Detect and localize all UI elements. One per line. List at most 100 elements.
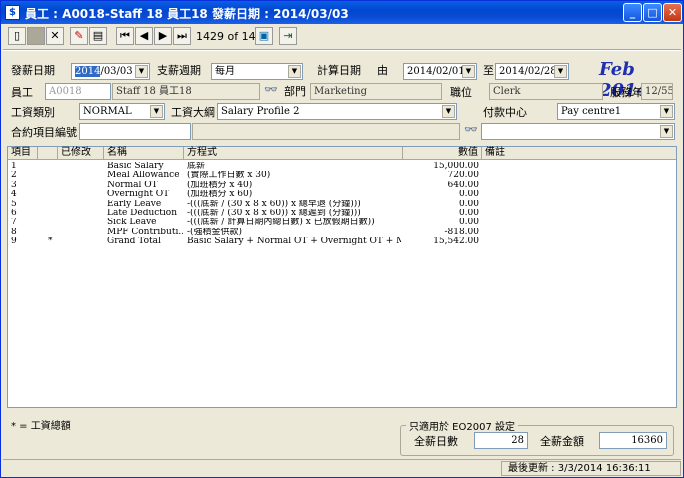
table-row[interactable]: 5 Early Leave -(((底薪 / (30 x 8 x 60)) x 總早… bbox=[8, 200, 676, 209]
delete-icon[interactable]: ✕ bbox=[46, 27, 64, 45]
chevron-down-icon[interactable]: ▼ bbox=[442, 105, 455, 118]
cell-value: 720.00 bbox=[447, 171, 480, 181]
cell-value: 0.00 bbox=[458, 190, 479, 200]
cell-formula: Basic Salary + Normal OT + Overnight OT … bbox=[187, 237, 401, 247]
pay-cycle-select[interactable]: 每月 ▼ bbox=[211, 63, 303, 80]
table-row[interactable]: 1 Basic Salary 底薪 15,000.00 bbox=[8, 162, 676, 171]
cell-item: 5 bbox=[11, 199, 17, 209]
pay-date-year: 2014 bbox=[75, 66, 101, 77]
cell-value: 15,542.00 bbox=[433, 237, 479, 247]
title-bar: $ 員工 : A0018-Staff 18 員工18 發薪日期 : 2014/0… bbox=[1, 1, 683, 24]
previous-record-icon[interactable]: ◀ bbox=[135, 27, 153, 45]
cell-value: 640.00 bbox=[447, 180, 480, 190]
calc-date-label: 計算日期 bbox=[317, 64, 361, 77]
close-button[interactable]: ✕ bbox=[663, 3, 682, 22]
calculator-icon[interactable]: ▣ bbox=[255, 27, 273, 45]
next-record-icon[interactable]: ▶ bbox=[154, 27, 172, 45]
pay-outline-value: Salary Profile 2 bbox=[221, 106, 300, 117]
print-preview-icon[interactable]: ▤ bbox=[89, 27, 107, 45]
contract-code-field[interactable] bbox=[79, 123, 191, 140]
cell-value: 15,000.00 bbox=[433, 162, 479, 171]
full-amount-field[interactable]: 16360 bbox=[599, 432, 667, 449]
last-record-icon[interactable]: ⏭ bbox=[173, 27, 191, 45]
column-formula[interactable]: 方程式 bbox=[184, 147, 403, 160]
service-years-field: 12/55 bbox=[641, 83, 673, 100]
status-bar: 最後更新 : 3/3/2014 16:36:11 bbox=[3, 459, 681, 476]
cell-item: 9 bbox=[11, 237, 17, 247]
payroll-window: $ 員工 : A0018-Staff 18 員工18 發薪日期 : 2014/0… bbox=[0, 0, 684, 478]
table-row[interactable]: 8 MPF Contributi... -(強積金供款) -818.00 bbox=[8, 228, 676, 237]
from-date-value: 2014/02/01 bbox=[407, 66, 465, 77]
chevron-down-icon[interactable]: ▼ bbox=[288, 65, 301, 78]
full-days-field[interactable]: 28 bbox=[474, 432, 528, 449]
cell-value: 0.00 bbox=[458, 199, 479, 209]
cell-formula: -(((底薪 / 計算日期內總日數) x 已放假期日數)) bbox=[187, 218, 375, 228]
pay-cycle-value: 每月 bbox=[215, 66, 235, 77]
pay-outline-label: 工資大綱 bbox=[171, 106, 215, 119]
table-row[interactable]: 4 Overnight OT (加班積分 x 60) 0.00 bbox=[8, 190, 676, 199]
binoculars-icon[interactable]: 👓 bbox=[264, 83, 278, 96]
cell-formula: -(((底薪 / (30 x 8 x 60)) x 總早退 (分鐘))) bbox=[187, 199, 361, 209]
column-remarks[interactable]: 備註 bbox=[482, 147, 676, 160]
chevron-down-icon[interactable]: ▼ bbox=[660, 125, 673, 138]
cell-item: 8 bbox=[11, 227, 17, 237]
cell-name: Basic Salary bbox=[107, 162, 164, 171]
edit-icon[interactable]: ✎ bbox=[70, 27, 88, 45]
pay-centre-label: 付款中心 bbox=[483, 106, 527, 119]
table-row[interactable]: 6 Late Deduction -(((底薪 / (30 x 8 x 60)) x… bbox=[8, 209, 676, 218]
employee-code-field[interactable]: A0018 bbox=[45, 83, 111, 100]
pay-date-field[interactable]: 2014/03/03 ▼ bbox=[71, 63, 150, 80]
contract-label: 合約項目編號 bbox=[11, 126, 77, 139]
pay-centre-select[interactable]: Pay centre1 ▼ bbox=[557, 103, 675, 120]
maximize-button[interactable]: □ bbox=[643, 3, 662, 22]
to-date-field[interactable]: 2014/02/28 ▼ bbox=[495, 63, 569, 80]
employee-name-field: Staff 18 員工18 bbox=[112, 83, 260, 100]
column-value[interactable]: 數值 bbox=[403, 147, 482, 160]
cell-name: Early Leave bbox=[107, 199, 162, 209]
eo2007-title: 只適用於 EO2007 設定 bbox=[406, 418, 518, 433]
new-icon[interactable]: ▯ bbox=[8, 27, 26, 45]
payroll-items-grid: 項目 已修改 名稱 方程式 數值 備註 1 Basic Salary 底薪 15,00… bbox=[7, 146, 677, 408]
contract-item-select[interactable]: ▼ bbox=[481, 123, 675, 140]
to-date-value: 2014/02/28 bbox=[499, 66, 557, 77]
pay-date-rest: /03/03 bbox=[100, 66, 133, 77]
chevron-down-icon[interactable]: ▼ bbox=[554, 65, 567, 78]
pay-outline-select[interactable]: Salary Profile 2 ▼ bbox=[217, 103, 457, 120]
from-date-field[interactable]: 2014/02/01 ▼ bbox=[403, 63, 477, 80]
table-row[interactable]: 7 Sick Leave -(((底薪 / 計算日期內總日數) x 已放假期日數))… bbox=[8, 218, 676, 227]
column-name[interactable]: 名稱 bbox=[104, 147, 184, 160]
cell-value: -818.00 bbox=[444, 227, 479, 237]
column-modified[interactable]: 已修改 bbox=[58, 147, 104, 160]
cell-formula: -(強積金供款) bbox=[187, 227, 243, 237]
minimize-button[interactable]: _ bbox=[623, 3, 642, 22]
table-row[interactable]: 3 Normal OT (加班積分 x 40) 640.00 bbox=[8, 181, 676, 190]
chevron-down-icon[interactable]: ▼ bbox=[135, 65, 148, 78]
chevron-down-icon[interactable]: ▼ bbox=[660, 105, 673, 118]
cell-formula: (加班積分 x 60) bbox=[187, 190, 253, 200]
table-row[interactable]: 2 Meal Allowance (實際工作日數 x 30) 720.00 bbox=[8, 171, 676, 180]
pay-type-select[interactable]: NORMAL ▼ bbox=[79, 103, 165, 120]
save-icon[interactable] bbox=[27, 27, 45, 45]
grand-total-legend: * = 工資總額 bbox=[11, 421, 71, 432]
cell-formula: -(((底薪 / (30 x 8 x 60)) x 總遲到 (分鐘))) bbox=[187, 209, 361, 218]
cell-formula: (實際工作日數 x 30) bbox=[187, 171, 271, 181]
pay-centre-value: Pay centre1 bbox=[561, 106, 622, 117]
chevron-down-icon[interactable]: ▼ bbox=[462, 65, 475, 78]
last-update-status: 最後更新 : 3/3/2014 16:36:11 bbox=[501, 461, 681, 476]
full-days-label: 全薪日數 bbox=[414, 435, 458, 448]
column-item[interactable]: 項目 bbox=[8, 147, 38, 160]
exit-icon[interactable]: ⇥ bbox=[279, 27, 297, 45]
pay-date-label: 發薪日期 bbox=[11, 64, 55, 77]
from-label: 由 bbox=[377, 64, 388, 77]
binoculars-icon[interactable]: 👓 bbox=[464, 123, 478, 136]
cell-name: Grand Total bbox=[107, 237, 161, 247]
first-record-icon[interactable]: ⏮ bbox=[116, 27, 134, 45]
cell-value: 0.00 bbox=[458, 209, 479, 218]
contract-desc-field bbox=[192, 123, 460, 140]
cell-item: 4 bbox=[11, 190, 17, 200]
cell-name: Overnight OT bbox=[107, 190, 170, 200]
chevron-down-icon[interactable]: ▼ bbox=[150, 105, 163, 118]
column-blank[interactable] bbox=[38, 147, 58, 160]
table-row[interactable]: 9 * Grand Total Basic Salary + Normal OT + … bbox=[8, 237, 676, 246]
app-icon: $ bbox=[5, 5, 20, 20]
